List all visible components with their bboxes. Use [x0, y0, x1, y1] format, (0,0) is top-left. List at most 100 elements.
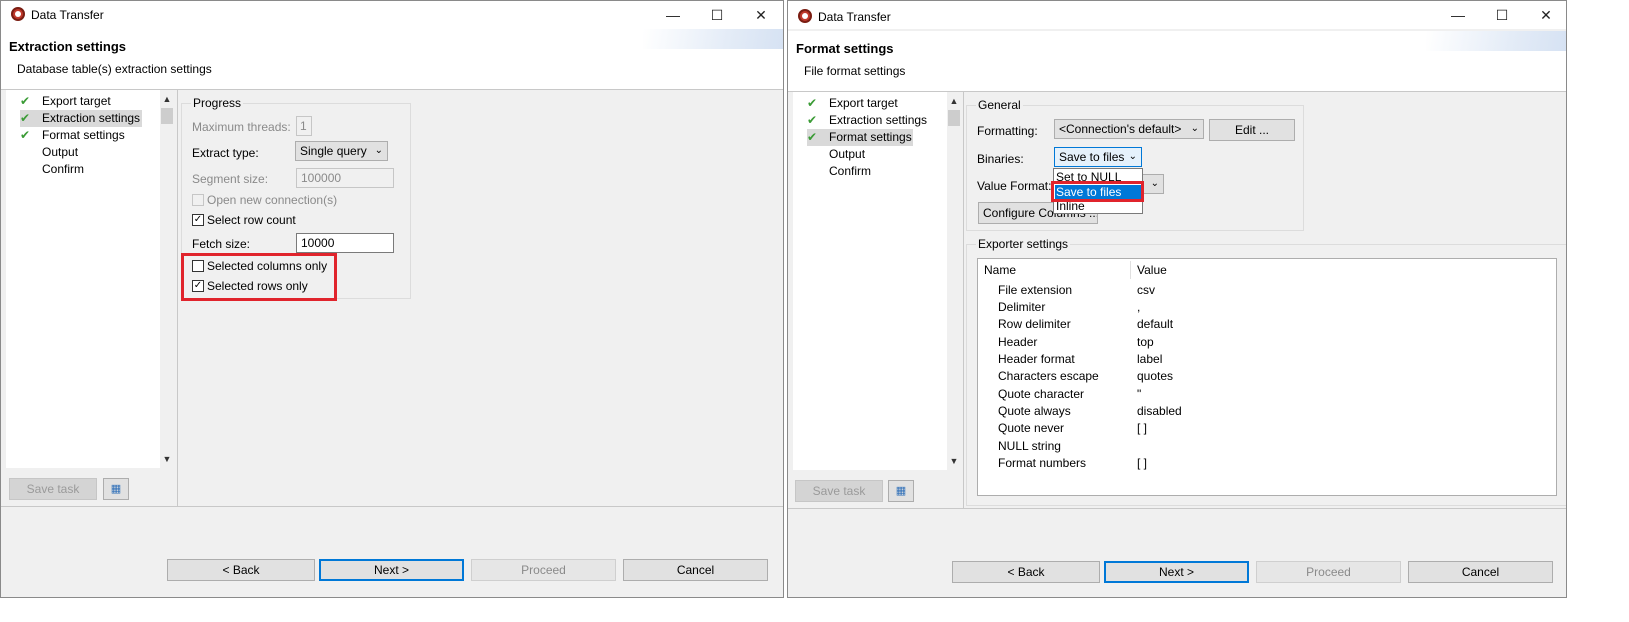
- nav-item-export-target[interactable]: ✔ Export target: [20, 93, 111, 110]
- row-name: Quote always: [998, 404, 1071, 418]
- nav-scrollbar[interactable]: ▲ ▼: [160, 90, 174, 468]
- scroll-up-icon[interactable]: ▲: [947, 94, 961, 108]
- checkmark-icon: ✔: [807, 113, 818, 127]
- binaries-select[interactable]: Save to files ⌄: [1054, 147, 1142, 167]
- close-button[interactable]: ✕: [1524, 1, 1566, 29]
- select-row-count-checkbox[interactable]: ✓: [192, 214, 204, 226]
- open-new-connection-checkbox[interactable]: [192, 194, 204, 206]
- table-row[interactable]: Format numbers: [998, 456, 1086, 470]
- max-threads-label: Maximum threads:: [192, 120, 291, 134]
- row-value[interactable]: ": [1137, 387, 1141, 401]
- row-name: File extension: [998, 283, 1073, 297]
- title-bar: Data Transfer — ☐ ✕: [788, 1, 1566, 29]
- table-row[interactable]: Quote always: [998, 404, 1071, 418]
- close-button[interactable]: ✕: [739, 1, 783, 29]
- next-button[interactable]: Next >: [1104, 561, 1249, 583]
- table-row[interactable]: Quote character: [998, 387, 1084, 401]
- segment-size-field[interactable]: 100000: [296, 168, 394, 188]
- chevron-down-icon: ⌄: [1190, 123, 1199, 134]
- title-bar: Data Transfer — ☐ ✕: [1, 1, 783, 29]
- value-format-label: Value Format:: [977, 179, 1052, 193]
- nav-item-output[interactable]: Output: [807, 146, 865, 163]
- app-logo-icon: [11, 7, 25, 21]
- scroll-up-icon[interactable]: ▲: [160, 92, 174, 106]
- highlight-box: [181, 253, 337, 301]
- row-value[interactable]: ,: [1137, 300, 1140, 314]
- task-config-icon[interactable]: ▦: [103, 478, 129, 500]
- scroll-thumb[interactable]: [948, 110, 960, 126]
- nav-item-extraction-settings[interactable]: ✔ Extraction settings: [807, 112, 927, 129]
- group-title: Exporter settings: [976, 237, 1071, 251]
- column-header-name[interactable]: Name: [984, 263, 1016, 277]
- minimize-button[interactable]: —: [651, 1, 695, 29]
- row-name: Header format: [998, 352, 1075, 366]
- scroll-thumb[interactable]: [161, 108, 173, 124]
- chevron-down-icon: ⌄: [1150, 178, 1159, 189]
- page-title: Format settings: [796, 41, 894, 56]
- table-row[interactable]: NULL string: [998, 439, 1061, 453]
- segment-size-label: Segment size:: [192, 172, 269, 186]
- scroll-down-icon[interactable]: ▼: [160, 452, 174, 466]
- row-value[interactable]: label: [1137, 352, 1162, 366]
- formatting-label: Formatting:: [977, 124, 1038, 138]
- max-threads-field[interactable]: 1: [296, 116, 312, 136]
- header-decoration: [643, 29, 783, 49]
- nav-label: Confirm: [829, 164, 872, 178]
- table-row[interactable]: File extension: [998, 283, 1072, 297]
- row-value[interactable]: csv: [1137, 283, 1155, 297]
- nav-item-export-target[interactable]: ✔ Export target: [807, 95, 898, 112]
- proceed-button[interactable]: Proceed: [1256, 561, 1401, 583]
- scroll-down-icon[interactable]: ▼: [947, 454, 961, 468]
- column-header-value[interactable]: Value: [1137, 263, 1167, 277]
- nav-item-format-settings[interactable]: ✔ Format settings: [20, 127, 125, 144]
- row-value[interactable]: [ ]: [1137, 456, 1147, 470]
- back-button[interactable]: < Back: [952, 561, 1100, 583]
- row-value[interactable]: default: [1137, 317, 1173, 331]
- back-button[interactable]: < Back: [167, 559, 315, 581]
- table-row[interactable]: Quote never: [998, 421, 1064, 435]
- nav-item-output[interactable]: Output: [20, 144, 78, 161]
- maximize-button[interactable]: ☐: [1480, 1, 1524, 29]
- fetch-size-field[interactable]: 10000: [296, 233, 394, 253]
- edit-button[interactable]: Edit ...: [1209, 119, 1295, 141]
- checkmark-icon: ✔: [807, 96, 818, 110]
- row-value[interactable]: top: [1137, 335, 1154, 349]
- save-task-button[interactable]: Save task: [9, 478, 97, 500]
- task-config-icon[interactable]: ▦: [888, 480, 914, 502]
- nav-label: Export target: [42, 94, 111, 108]
- binaries-value: Save to files: [1059, 150, 1125, 164]
- formatting-select[interactable]: <Connection's default> ⌄: [1054, 119, 1204, 139]
- proceed-button[interactable]: Proceed: [471, 559, 616, 581]
- formatting-value: <Connection's default>: [1059, 122, 1182, 136]
- app-logo-icon: [798, 9, 812, 23]
- table-row[interactable]: Header: [998, 335, 1037, 349]
- open-new-connection-label: Open new connection(s): [207, 193, 338, 207]
- group-title: General: [976, 98, 1023, 112]
- nav-item-format-settings[interactable]: ✔ Format settings: [807, 129, 913, 146]
- table-row[interactable]: Characters escape: [998, 369, 1099, 383]
- table-row[interactable]: Delimiter: [998, 300, 1045, 314]
- maximize-button[interactable]: ☐: [695, 1, 739, 29]
- table-row[interactable]: Header format: [998, 352, 1075, 366]
- save-task-button[interactable]: Save task: [795, 480, 883, 502]
- cancel-button[interactable]: Cancel: [623, 559, 768, 581]
- row-value[interactable]: quotes: [1137, 369, 1173, 383]
- page-title: Extraction settings: [9, 39, 127, 54]
- checkmark-icon: ✔: [20, 128, 31, 142]
- nav-scrollbar[interactable]: ▲ ▼: [947, 92, 961, 470]
- extract-type-label: Extract type:: [192, 146, 259, 160]
- wizard-nav: ✔ Export target ✔ Extraction settings ✔ …: [6, 90, 174, 468]
- next-button[interactable]: Next >: [319, 559, 464, 581]
- row-value[interactable]: disabled: [1137, 404, 1182, 418]
- row-value[interactable]: [ ]: [1137, 421, 1147, 435]
- nav-item-extraction-settings[interactable]: ✔ Extraction settings: [20, 110, 142, 127]
- minimize-button[interactable]: —: [1436, 1, 1480, 29]
- extract-type-select[interactable]: Single query ⌄: [295, 141, 388, 161]
- row-name: NULL string: [998, 439, 1061, 453]
- nav-item-confirm[interactable]: Confirm: [20, 161, 84, 178]
- row-name: Format numbers: [998, 456, 1087, 470]
- table-row[interactable]: Row delimiter: [998, 317, 1071, 331]
- nav-item-confirm[interactable]: Confirm: [807, 163, 871, 180]
- row-name: Header: [998, 335, 1038, 349]
- cancel-button[interactable]: Cancel: [1408, 561, 1553, 583]
